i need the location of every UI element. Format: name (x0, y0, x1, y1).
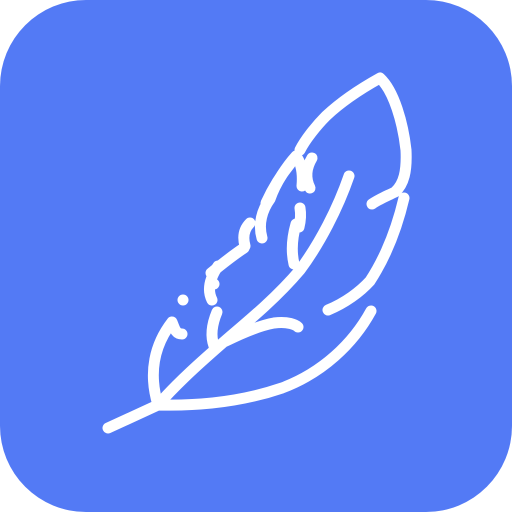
app-icon[interactable] (0, 0, 512, 512)
feather-dot (177, 294, 189, 306)
feather-vane-upper (293, 202, 307, 233)
feather-dot (208, 278, 220, 290)
app-icon-tile[interactable] (0, 0, 512, 512)
feather-vane-upper-2 (301, 152, 318, 194)
feather-vane-lower (206, 306, 223, 352)
tile-background (0, 0, 512, 512)
app-icon-graphic (0, 0, 512, 512)
